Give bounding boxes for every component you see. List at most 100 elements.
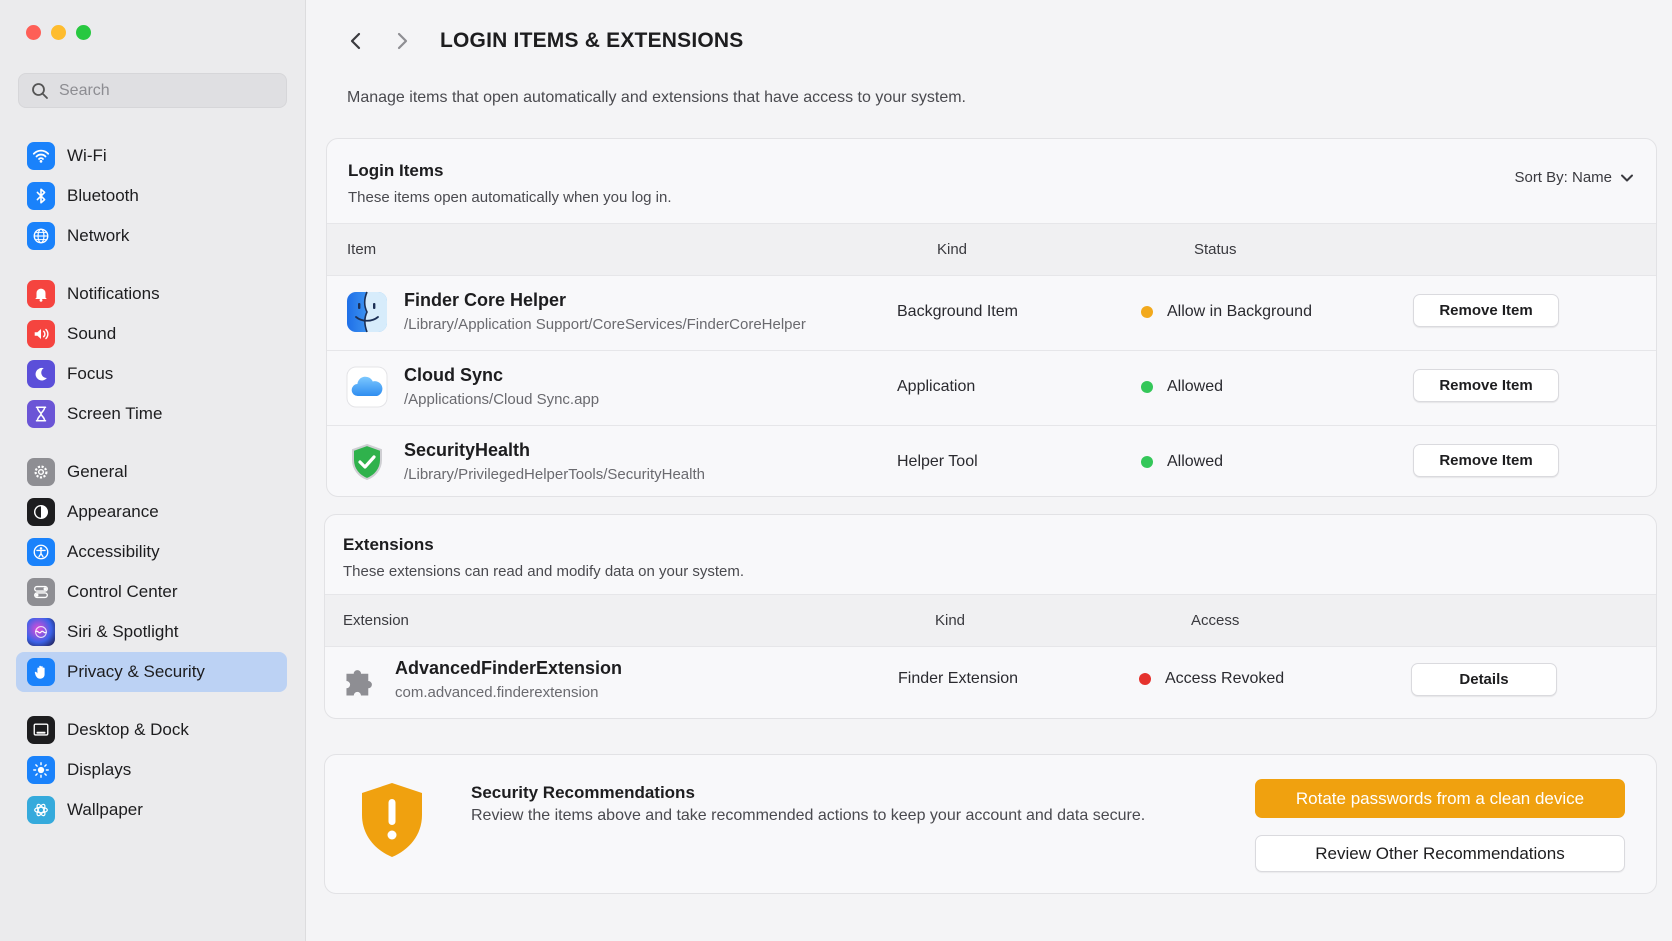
status-dot-icon (1141, 306, 1153, 318)
sidebar-item-screen-time[interactable]: Screen Time (16, 394, 287, 434)
sidebar-item-focus[interactable]: Focus (16, 354, 287, 394)
cloud-icon (345, 365, 389, 409)
sidebar-item-notifications[interactable]: Notifications (16, 274, 287, 314)
warning-shield-icon (359, 781, 425, 859)
sidebar-item-privacy-security[interactable]: Privacy & Security (16, 652, 287, 692)
search-icon (32, 82, 48, 99)
review-recommendations-button[interactable]: Review Other Recommendations (1255, 835, 1625, 872)
bell-icon (27, 280, 55, 308)
chevron-right-icon (397, 32, 408, 50)
sidebar-item-appearance[interactable]: Appearance (16, 492, 287, 532)
status-badge: Allowed (1141, 378, 1223, 396)
column-header-access[interactable]: Access (1191, 612, 1239, 629)
sidebar-item-general[interactable]: General (16, 452, 287, 492)
sidebar-item-label: General (67, 462, 128, 481)
chevron-down-icon (1621, 174, 1633, 181)
column-header-item[interactable]: Item (347, 241, 376, 258)
zoom-window-button[interactable] (76, 25, 91, 40)
remove-item-button[interactable]: Remove Item (1413, 444, 1559, 477)
sidebar-item-label: Sound (67, 324, 117, 343)
search-input[interactable] (59, 81, 259, 100)
login-items-title: Login Items (348, 161, 444, 180)
sidebar-item-label: Siri & Spotlight (67, 622, 179, 641)
hand-icon (27, 658, 55, 686)
bluetooth-icon (27, 182, 55, 210)
search-field[interactable] (18, 73, 287, 108)
item-kind: Application (897, 378, 976, 395)
column-header-extension[interactable]: Extension (343, 612, 409, 629)
toggles-icon (27, 578, 55, 606)
sidebar-item-wifi[interactable]: Wi-Fi (16, 136, 287, 176)
sidebar-item-label: Network (67, 226, 130, 245)
sidebar-item-control-center[interactable]: Control Center (16, 572, 287, 612)
security-title: Security Recommendations (471, 783, 695, 802)
main-content: LOGIN ITEMS & EXTENSIONS Manage items th… (306, 0, 1672, 941)
item-name: Finder Core Helper (404, 290, 567, 310)
details-button[interactable]: Details (1411, 663, 1557, 696)
extensions-title: Extensions (343, 535, 434, 554)
item-path: /Library/Application Support/CoreService… (404, 316, 806, 333)
moon-icon (27, 360, 55, 388)
forward-button[interactable] (382, 24, 422, 58)
sidebar-item-displays[interactable]: Displays (16, 750, 287, 790)
security-recommendations-card: Security Recommendations Review the item… (324, 754, 1657, 894)
page-subtitle: Manage items that open automatically and… (347, 89, 966, 106)
minimize-window-button[interactable] (51, 25, 66, 40)
status-label: Allowed (1167, 453, 1224, 470)
speaker-icon (27, 320, 55, 348)
extensions-card: Extensions These extensions can read and… (324, 514, 1657, 719)
login-items-card: Login Items These items open automatical… (326, 138, 1657, 497)
sidebar-item-label: Notifications (67, 284, 160, 303)
sidebar-item-desktop-dock[interactable]: Desktop & Dock (16, 710, 287, 750)
back-button[interactable] (336, 24, 376, 58)
sidebar-item-accessibility[interactable]: Accessibility (16, 532, 287, 572)
sidebar-item-label: Control Center (67, 582, 178, 601)
sidebar: Wi-Fi Bluetooth Network Notifications (0, 0, 306, 941)
sort-dropdown[interactable]: Sort By: Name (1514, 169, 1634, 186)
sidebar-list: Wi-Fi Bluetooth Network Notifications So… (16, 136, 287, 830)
rotate-passwords-button[interactable]: Rotate passwords from a clean device (1255, 779, 1625, 818)
wifi-icon (27, 142, 55, 170)
table-row[interactable]: AdvancedFinderExtension com.advanced.fin… (325, 647, 1656, 717)
remove-item-button[interactable]: Remove Item (1413, 294, 1559, 327)
table-row[interactable]: SecurityHealth /Library/PrivilegedHelper… (327, 426, 1656, 501)
sidebar-item-bluetooth[interactable]: Bluetooth (16, 176, 287, 216)
login-items-table-header: Item Kind Status (327, 224, 1656, 276)
access-label: Access Revoked (1165, 670, 1285, 687)
shield-check-icon (345, 440, 389, 484)
sidebar-item-wallpaper[interactable]: Wallpaper (16, 790, 287, 830)
dock-icon (27, 716, 55, 744)
status-dot-icon (1141, 456, 1153, 468)
sidebar-item-sound[interactable]: Sound (16, 314, 287, 354)
table-row[interactable]: Cloud Sync /Applications/Cloud Sync.app … (327, 351, 1656, 426)
table-row[interactable]: Finder Core Helper /Library/Application … (327, 276, 1656, 351)
close-window-button[interactable] (26, 25, 41, 40)
sidebar-item-label: Displays (67, 760, 132, 779)
extensions-header: Extensions These extensions can read and… (325, 515, 1656, 595)
hourglass-icon (27, 400, 55, 428)
sidebar-item-label: Privacy & Security (67, 662, 205, 681)
sort-label: Sort By: Name (1514, 169, 1612, 186)
sidebar-item-label: Appearance (67, 502, 159, 521)
column-header-kind[interactable]: Kind (935, 612, 965, 629)
sidebar-item-label: Desktop & Dock (67, 720, 189, 739)
accessibility-icon (27, 538, 55, 566)
sidebar-item-siri-spotlight[interactable]: Siri & Spotlight (16, 612, 287, 652)
sidebar-item-network[interactable]: Network (16, 216, 287, 256)
status-badge: Allowed (1141, 453, 1223, 471)
page-title: LOGIN ITEMS & EXTENSIONS (440, 29, 744, 52)
item-name: Cloud Sync (404, 365, 504, 385)
status-dot-icon (1139, 673, 1151, 685)
sidebar-item-label: Focus (67, 364, 114, 383)
column-header-kind[interactable]: Kind (937, 241, 967, 258)
extensions-description: These extensions can read and modify dat… (343, 563, 745, 580)
extension-kind: Finder Extension (898, 670, 1019, 687)
remove-item-button[interactable]: Remove Item (1413, 369, 1559, 402)
column-header-status[interactable]: Status (1194, 241, 1237, 258)
puzzle-icon (341, 661, 385, 705)
extension-name: AdvancedFinderExtension (395, 658, 623, 678)
item-kind: Helper Tool (897, 453, 978, 470)
sidebar-item-label: Accessibility (67, 542, 160, 561)
siri-icon (27, 618, 55, 646)
item-path: /Library/PrivilegedHelperTools/SecurityH… (404, 466, 705, 483)
